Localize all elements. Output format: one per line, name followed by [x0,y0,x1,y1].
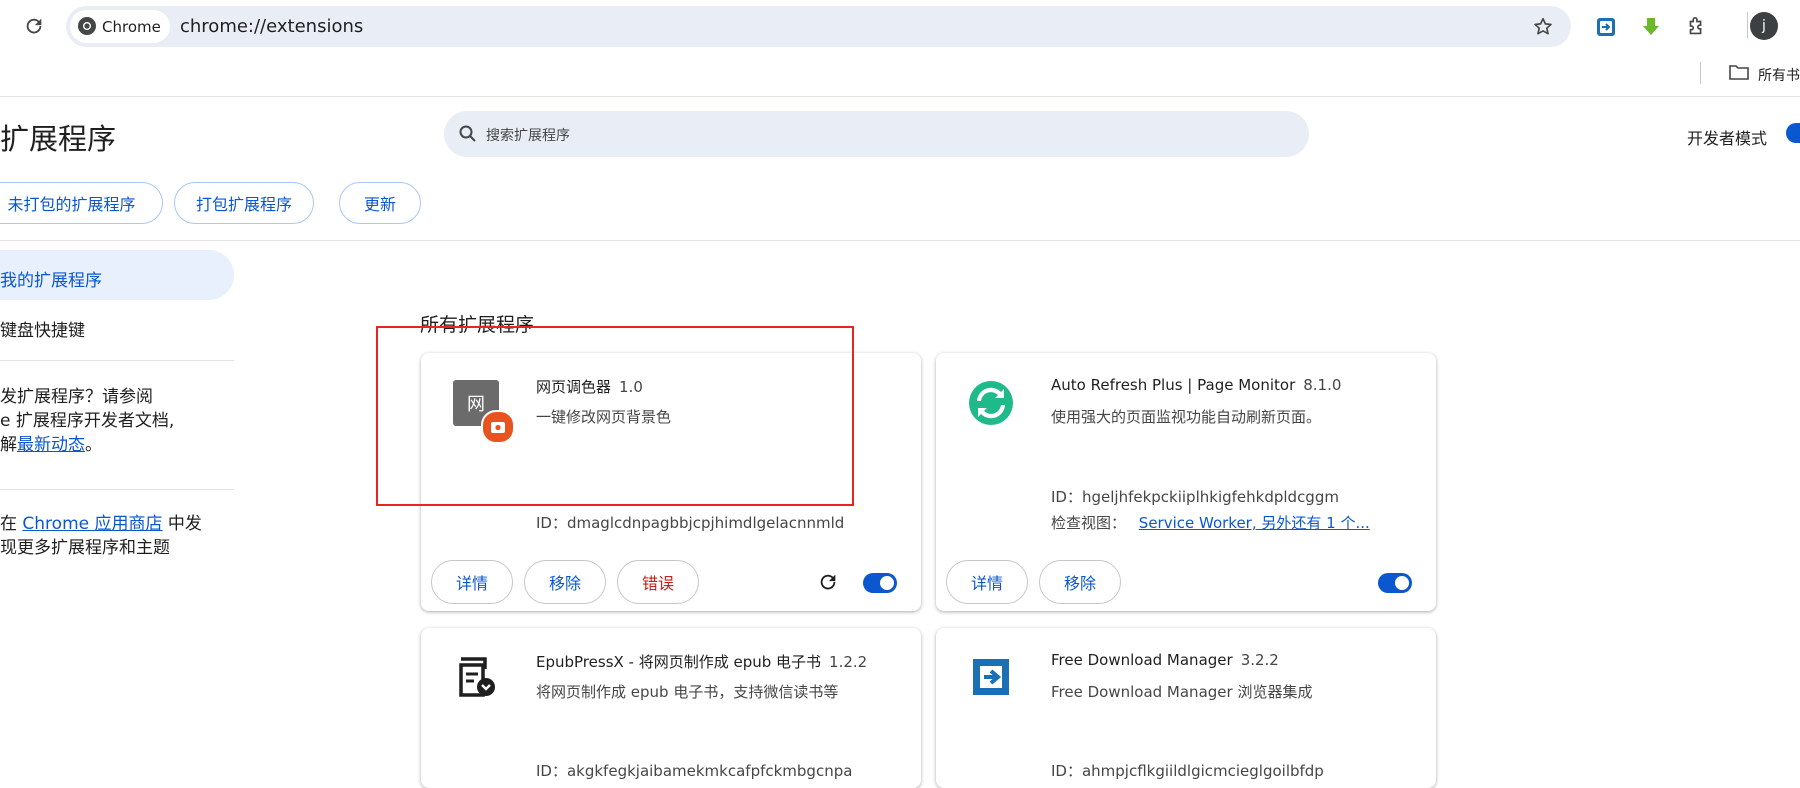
extension-name: Free Download Manager 3.2.2 [1051,651,1279,669]
errors-button[interactable]: 错误 [617,560,699,604]
load-unpacked-button[interactable]: 未打包的扩展程序 [0,182,163,224]
extension-id: ID：akgkfegkjaibamekmkcafpfckmbgcnpa [536,762,853,780]
latest-news-link[interactable]: 最新动态 [17,435,85,455]
extension-name: EpubPressX - 将网页制作成 epub 电子书 1.2.2 [536,651,867,672]
toolbar-divider [1747,12,1748,38]
remove-button[interactable]: 移除 [524,560,606,604]
sidebar-divider [0,360,234,361]
extension-name: Auto Refresh Plus | Page Monitor 8.1.0 [1051,376,1341,394]
store-line-1-suffix: 中发 [162,514,202,534]
extension-title: EpubPressX - 将网页制作成 epub 电子书 [536,653,822,671]
header-separator [0,240,1800,241]
details-button[interactable]: 详情 [946,560,1028,604]
folder-icon[interactable] [1728,63,1750,81]
extension-id: ID：ahmpjcflkgiildlgicmcieglgoilbfdp [1051,762,1324,780]
reload-extension-icon[interactable] [817,571,839,593]
free-download-manager-icon [968,654,1014,700]
extension-description: 使用强大的页面监视功能自动刷新页面。 [1051,408,1322,426]
update-button[interactable]: 更新 [339,182,421,224]
auto-refresh-icon [968,380,1014,426]
service-worker-link[interactable]: Service Worker, 另外还有 1 个... [1139,514,1370,532]
store-line-2: 现更多扩展程序和主题 [0,538,170,558]
enable-toggle[interactable] [863,573,897,593]
highlight-annotation-box [376,326,854,506]
extension-id: ID：dmaglcdnpagbbjcpjhimdlgelacnnmld [536,514,845,532]
bookmark-folder-label[interactable]: 所有书 [1758,65,1800,85]
dev-docs-line-3-suffix: 。 [85,435,102,455]
sidebar-item-my-extensions-label: 我的扩展程序 [0,271,102,291]
dev-docs-line-3-prefix: 解 [0,435,17,455]
reload-icon[interactable] [20,12,48,40]
dev-docs-line-1: 发扩展程序？请参阅 [0,387,153,407]
extension-version: 8.1.0 [1303,376,1342,394]
details-button[interactable]: 详情 [431,560,513,604]
extension-version: 1.2.2 [829,653,868,671]
site-chip-label: Chrome [102,18,161,36]
sidebar-divider [0,489,234,490]
extension-card: EpubPressX - 将网页制作成 epub 电子书 1.2.2 将网页制作成… [421,628,921,788]
extension-description: Free Download Manager 浏览器集成 [1051,683,1313,701]
dev-docs-line-3: 解最新动态。 [0,433,102,457]
extension-title: Free Download Manager [1051,651,1233,669]
dev-mode-toggle[interactable] [1786,123,1800,143]
sidebar-item-keyboard-shortcuts[interactable]: 键盘快捷键 [0,316,85,341]
download-arrow-icon[interactable] [1638,14,1664,40]
url-text[interactable]: chrome://extensions [180,16,363,37]
extension-card: Free Download Manager 3.2.2 Free Download… [936,628,1436,788]
epubpressx-icon [453,654,499,700]
remove-button[interactable]: 移除 [1039,560,1121,604]
chrome-logo-icon [77,16,97,36]
extension-version: 3.2.2 [1240,651,1279,669]
dev-docs-line-2: e 扩展程序开发者文档, [0,411,175,431]
extension-description: 将网页制作成 epub 电子书，支持微信读书等 [536,683,839,701]
store-line-1-prefix: 在 [0,514,23,534]
pack-extension-button[interactable]: 打包扩展程序 [174,182,314,224]
chrome-web-store-link[interactable]: Chrome 应用商店 [22,514,162,534]
profile-avatar[interactable]: j [1750,12,1778,40]
bookmark-star-icon[interactable] [1530,14,1556,40]
search-icon [458,124,478,144]
enable-toggle[interactable] [1378,573,1412,593]
store-line-1: 在 Chrome 应用商店 中发 [0,512,202,536]
extension-title: Auto Refresh Plus | Page Monitor [1051,376,1296,394]
dev-mode-label: 开发者模式 [1687,129,1768,148]
inspect-views: 检查视图： Service Worker, 另外还有 1 个... [1051,512,1370,533]
extension-card: Auto Refresh Plus | Page Monitor 8.1.0 使用… [936,353,1436,611]
inspect-views-label: 检查视图： [1051,514,1127,532]
toolbar-separator [0,96,1800,97]
free-download-manager-toolbar-icon[interactable] [1593,14,1619,40]
search-input[interactable] [444,111,1309,157]
extensions-puzzle-icon[interactable] [1683,14,1709,40]
search-placeholder: 搜索扩展程序 [486,128,570,144]
extension-id: ID：hgeljhfekpckiiplhkigfehkdpldcggm [1051,488,1339,506]
page-title: 扩展程序 [0,122,117,156]
bookmark-bar-divider [1700,62,1701,84]
